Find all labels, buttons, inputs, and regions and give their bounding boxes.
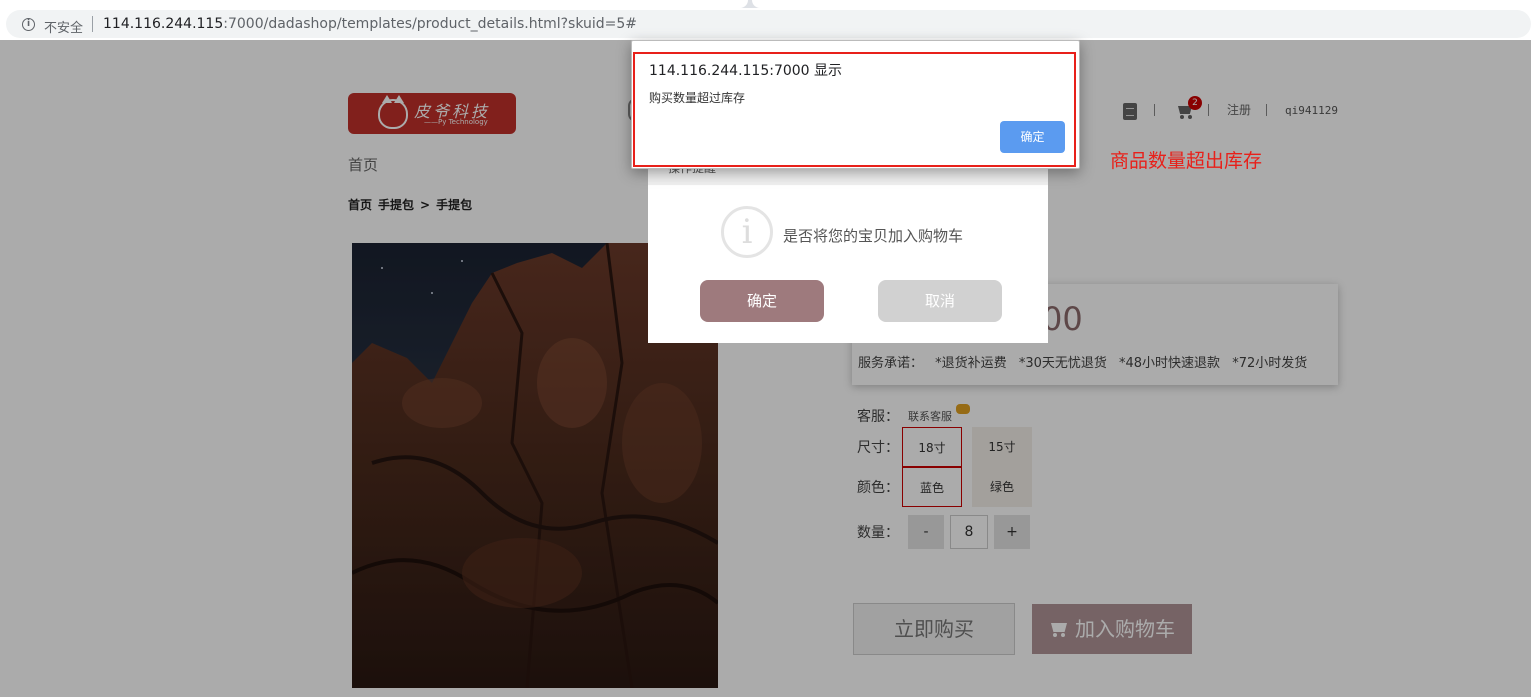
confirm-message: 是否将您的宝贝加入购物车	[783, 227, 964, 245]
omnibox[interactable]: i 不安全 114.116.244.115:7000/dadashop/temp…	[6, 10, 1531, 38]
annotation-text: 商品数量超出库存	[1110, 150, 1263, 172]
url-host: 114.116.244.115	[103, 16, 224, 32]
confirm-modal: 操作提醒 i 是否将您的宝贝加入购物车 确定 取消	[648, 160, 1048, 343]
browser-tab[interactable]	[0, 0, 748, 8]
annotation-highlight-box	[633, 52, 1076, 167]
url-text[interactable]: 114.116.244.115:7000/dadashop/templates/…	[103, 16, 637, 32]
confirm-ok-button[interactable]: 确定	[700, 280, 824, 322]
url-path: :7000/dadashop/templates/product_details…	[223, 16, 638, 32]
security-label[interactable]: 不安全	[44, 17, 83, 36]
confirm-cancel-button[interactable]: 取消	[878, 280, 1002, 322]
info-icon: i	[721, 206, 773, 258]
omnibox-divider	[92, 16, 93, 32]
info-icon[interactable]: i	[22, 18, 35, 31]
browser-tab[interactable]	[752, 0, 1531, 8]
address-bar: i 不安全 114.116.244.115:7000/dadashop/temp…	[0, 8, 1531, 40]
tab-strip	[0, 0, 1531, 8]
